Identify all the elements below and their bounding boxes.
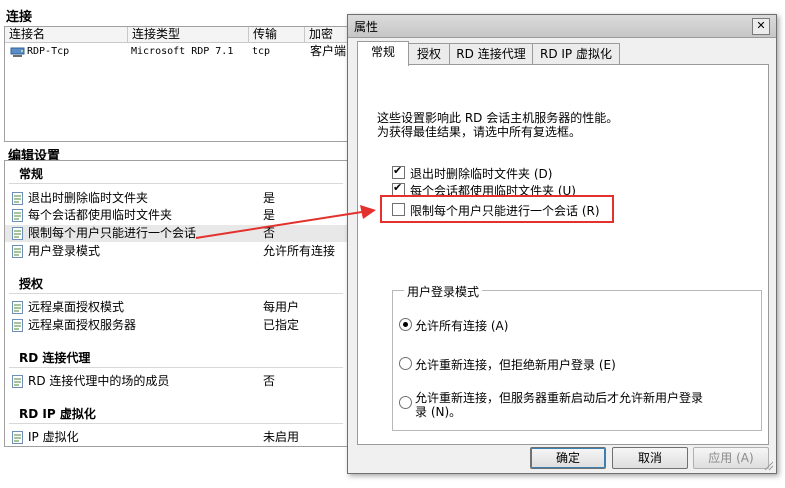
tab-licensing[interactable]: 授权 (408, 43, 450, 65)
network-connection-icon (10, 47, 25, 57)
setting-row[interactable]: 远程桌面授权模式 每用户 (5, 299, 347, 316)
setting-row[interactable]: RD 连接代理中的场的成员 否 (5, 373, 347, 390)
setting-value: 允许所有连接 (263, 244, 336, 258)
setting-name: 用户登录模式 (28, 244, 101, 258)
setting-row[interactable]: 远程桌面授权服务器 已指定 (5, 317, 347, 334)
col-connection-type[interactable]: 连接类型 (128, 27, 249, 42)
dialog-titlebar[interactable]: 属性 ✕ (348, 15, 776, 38)
setting-row[interactable]: IP 虚拟化 未启用 (5, 429, 347, 446)
setting-name: IP 虚拟化 (28, 430, 79, 444)
close-icon: ✕ (756, 19, 766, 32)
tab-general[interactable]: 常规 (357, 41, 409, 66)
connection-name: RDP-Tcp (27, 46, 70, 57)
setting-name: 远程桌面授权模式 (28, 300, 125, 314)
setting-document-icon (12, 227, 23, 240)
setting-name: 每个会话都使用临时文件夹 (28, 208, 173, 222)
apply-button: 应用 (A) (693, 447, 769, 469)
description-line-2: 为获得最佳结果，请选中所有复选框。 (377, 125, 582, 139)
group-licensing-title: 授权 (19, 277, 44, 291)
connection-type: Microsoft RDP 7.1 (131, 46, 234, 57)
setting-document-icon (12, 301, 23, 314)
setting-document-icon (12, 319, 23, 332)
allow-reconnect-deny-new-radio[interactable] (399, 357, 412, 370)
setting-value: 已指定 (263, 318, 300, 332)
setting-name: RD 连接代理中的场的成员 (28, 374, 170, 388)
properties-dialog: 属性 ✕ 常规 授权 RD 连接代理 RD IP 虚拟化 这些设置影响此 RD … (347, 14, 777, 474)
setting-document-icon (12, 209, 23, 222)
connection-encryption: 客户端 (310, 44, 347, 58)
col-connection-name[interactable]: 连接名 (5, 27, 128, 42)
allow-reconnect-deny-new-label[interactable]: 允许重新连接，但拒绝新用户登录 (E) (415, 356, 616, 373)
connections-title: 连接 (6, 10, 33, 25)
delete-temp-folders-label[interactable]: 退出时删除临时文件夹 (D) (410, 165, 552, 182)
ok-button[interactable]: 确定 (530, 447, 606, 469)
setting-value: 每用户 (263, 300, 300, 314)
setting-document-icon (12, 431, 23, 444)
allow-reconnect-until-restart-label-line-2[interactable]: 录 (N)。 (415, 403, 461, 420)
cancel-button[interactable]: 取消 (612, 447, 688, 469)
annotation-arrow-icon (195, 205, 376, 239)
setting-document-icon (12, 375, 23, 388)
setting-name: 限制每个用户只能进行一个会话 (28, 226, 197, 240)
allow-reconnect-until-restart-radio[interactable] (399, 396, 412, 409)
tab-ip-virtualization[interactable]: RD IP 虚拟化 (532, 43, 620, 65)
setting-value: 否 (263, 374, 276, 388)
setting-row[interactable]: 用户登录模式 允许所有连接 (5, 243, 347, 260)
login-mode-title: 用户登录模式 (404, 283, 483, 300)
group-ip-virtualization-title: RD IP 虚拟化 (19, 407, 96, 421)
setting-document-icon (12, 192, 23, 205)
close-button[interactable]: ✕ (752, 18, 770, 35)
delete-temp-folders-checkbox[interactable] (392, 164, 405, 179)
setting-name: 远程桌面授权服务器 (28, 318, 137, 332)
connections-header: 连接名 连接类型 传输 加密 (5, 27, 355, 43)
allow-all-connections-label[interactable]: 允许所有连接 (A) (415, 317, 508, 334)
general-tab-panel: 这些设置影响此 RD 会话主机服务器的性能。 为获得最佳结果，请选中所有复选框。… (357, 64, 769, 445)
allow-all-connections-radio[interactable] (399, 318, 412, 331)
group-connection-broker-title: RD 连接代理 (19, 351, 91, 365)
setting-document-icon (12, 245, 23, 258)
group-general-title: 常规 (19, 167, 44, 181)
setting-value: 未启用 (263, 430, 300, 444)
highlight-box (380, 195, 614, 223)
resize-grip-icon[interactable] (762, 459, 774, 471)
connections-table: 连接名 连接类型 传输 加密 RDP-Tcp Microsoft RDP 7.1… (4, 26, 356, 142)
tab-connection-broker[interactable]: RD 连接代理 (449, 43, 533, 65)
setting-name: 退出时删除临时文件夹 (28, 191, 149, 205)
col-transport[interactable]: 传输 (249, 27, 305, 42)
connection-transport: tcp (252, 46, 271, 57)
dialog-title: 属性 (354, 20, 379, 34)
